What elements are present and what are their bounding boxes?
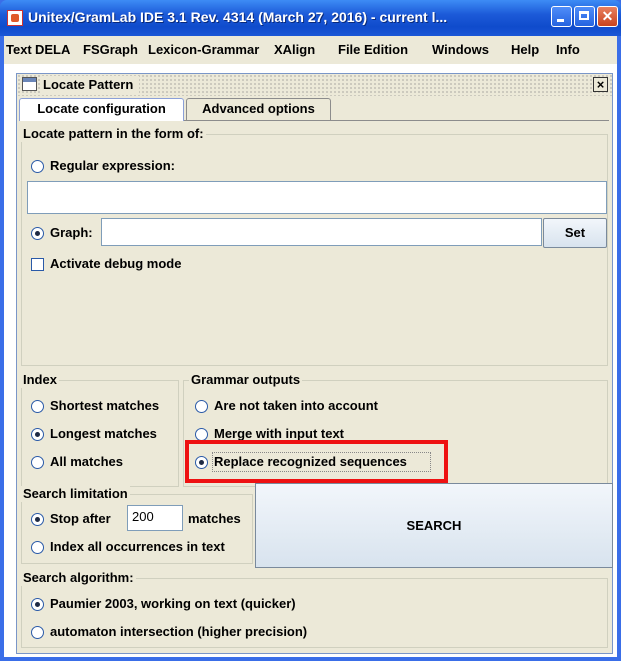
shortest-matches-label: Shortest matches — [50, 398, 160, 413]
menu-file-edition[interactable]: File Edition — [338, 42, 408, 57]
dialog-title: Locate Pattern — [41, 76, 140, 93]
stop-after-input[interactable]: 200 — [127, 505, 183, 531]
index-all-label: Index all occurrences in text — [50, 539, 225, 554]
regex-input[interactable] — [27, 181, 607, 214]
tab-locate-configuration[interactable]: Locate configuration — [19, 98, 184, 121]
close-button[interactable]: ✕ — [597, 6, 618, 27]
window-title: Unitex/GramLab IDE 3.1 Rev. 4314 (March … — [28, 9, 448, 25]
menu-lexicon-grammar[interactable]: Lexicon-Grammar — [148, 42, 259, 57]
window-titlebar[interactable]: Unitex/GramLab IDE 3.1 Rev. 4314 (March … — [0, 0, 621, 36]
menu-text[interactable]: Text — [6, 42, 32, 57]
set-button[interactable]: Set — [543, 218, 607, 248]
matches-label: matches — [188, 511, 241, 526]
all-matches-label: All matches — [50, 454, 123, 469]
dialog-titlebar[interactable]: Locate Pattern × — [17, 74, 612, 96]
menu-fsgraph[interactable]: FSGraph — [83, 42, 138, 57]
index-all-radio[interactable] — [31, 541, 44, 554]
menu-info[interactable]: Info — [556, 42, 580, 57]
close-icon: ✕ — [601, 8, 614, 24]
automaton-radio[interactable] — [31, 626, 44, 639]
paumier-radio[interactable] — [31, 598, 44, 611]
minimize-icon — [557, 19, 564, 22]
stop-after-radio[interactable] — [31, 513, 44, 526]
menu-dela[interactable]: DELA — [35, 42, 70, 57]
menu-help[interactable]: Help — [511, 42, 539, 57]
menu-windows[interactable]: Windows — [432, 42, 489, 57]
not-taken-label: Are not taken into account — [214, 398, 378, 413]
tab-bar: Locate configuration Advanced options — [19, 98, 609, 121]
debug-label: Activate debug mode — [50, 256, 182, 271]
minimize-button[interactable] — [551, 6, 572, 27]
menu-bar: Text DELA FSGraph Lexicon-Grammar XAlign… — [4, 36, 617, 64]
menu-xalign[interactable]: XAlign — [274, 42, 315, 57]
grammar-outputs-group-label: Grammar outputs — [189, 372, 303, 388]
stop-after-label: Stop after — [50, 511, 111, 526]
locate-pattern-dialog: Locate Pattern × Locate configuration Ad… — [16, 73, 613, 654]
debug-checkbox[interactable] — [31, 258, 44, 271]
graph-path-input[interactable] — [101, 218, 542, 246]
app-icon — [7, 10, 23, 26]
graph-radio[interactable] — [31, 227, 44, 240]
tab-advanced-options[interactable]: Advanced options — [186, 98, 331, 120]
search-limitation-group-label: Search limitation — [21, 486, 130, 502]
maximize-button[interactable] — [574, 6, 595, 27]
search-button[interactable]: SEARCH — [255, 483, 613, 568]
locate-pattern-group-label: Locate pattern in the form of: — [21, 126, 206, 142]
merge-input-label: Merge with input text — [214, 426, 344, 441]
automaton-label: automaton intersection (higher precision… — [50, 624, 308, 639]
graph-label: Graph: — [50, 225, 93, 240]
maximize-icon — [579, 11, 589, 20]
window-icon — [22, 77, 37, 91]
search-algorithm-group-label: Search algorithm: — [21, 570, 136, 586]
dialog-close-icon[interactable]: × — [593, 77, 608, 92]
highlight-box — [185, 440, 448, 483]
longest-matches-label: Longest matches — [50, 426, 157, 441]
not-taken-radio[interactable] — [195, 400, 208, 413]
longest-matches-radio[interactable] — [31, 428, 44, 441]
regex-label: Regular expression: — [50, 158, 175, 173]
shortest-matches-radio[interactable] — [31, 400, 44, 413]
index-group-label: Index — [21, 372, 59, 388]
all-matches-radio[interactable] — [31, 456, 44, 469]
regex-radio[interactable] — [31, 160, 44, 173]
paumier-label: Paumier 2003, working on text (quicker) — [50, 596, 296, 611]
